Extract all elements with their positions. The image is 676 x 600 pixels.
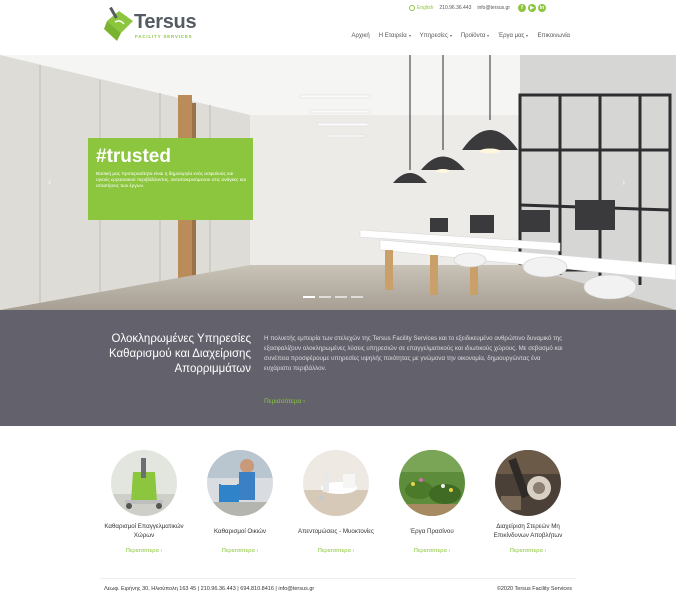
chevron-down-icon <box>449 35 452 37</box>
service-more-link[interactable]: Περισσότερα › <box>288 548 384 554</box>
service-label: Έργα Πρασίνου <box>410 527 454 535</box>
top-phone[interactable]: 210.96.36.443 <box>439 5 471 11</box>
intro-text: Η πολυετής εμπειρία των στελεχών της Ter… <box>264 335 563 372</box>
nav-label: Η Εταιρεία <box>378 33 407 39</box>
service-card[interactable]: Διαχείριση Στερεών Μη Επικίνδυνων Αποβλή… <box>480 450 576 554</box>
service-image-office <box>111 450 177 516</box>
slider-next-arrow[interactable]: › <box>622 177 625 188</box>
hero-caption: #trusted Βασική μας προτεραιότητα είναι … <box>88 138 253 220</box>
nav-label: Επικοινωνία <box>537 33 570 39</box>
nav-home[interactable]: Αρχική <box>351 33 369 39</box>
slider-dots <box>303 296 363 298</box>
slider-prev-arrow[interactable]: ‹ <box>48 177 51 188</box>
service-more-link[interactable]: Περισσότερα › <box>96 548 192 554</box>
chevron-down-icon <box>408 35 411 37</box>
footer-copyright: ©2020 Tersus Facility Services <box>496 586 572 592</box>
main-nav: Αρχική Η Εταιρεία Υπηρεσίες Προϊόντα Έργ… <box>351 33 570 39</box>
nav-label: Αρχική <box>351 33 370 39</box>
youtube-icon[interactable]: ▶ <box>528 4 536 12</box>
nav-contact[interactable]: Επικοινωνία <box>537 33 570 39</box>
top-bar: English 210.96.36.443 info@tersus.gr f ▶… <box>409 3 546 13</box>
nav-label: Προϊόντα <box>460 33 486 39</box>
slider-dot[interactable] <box>303 296 315 298</box>
social-links: f ▶ in <box>518 4 546 12</box>
hero-slider: ‹ › #trusted Βασική μας προτεραιότητα εί… <box>0 55 676 310</box>
globe-icon <box>409 5 416 11</box>
nav-company[interactable]: Η Εταιρεία <box>379 33 411 39</box>
facebook-icon[interactable]: f <box>518 4 526 12</box>
intro-section: Ολοκληρωμένες Υπηρεσίες Καθαρισμού και Δ… <box>0 310 676 426</box>
nav-label: Υπηρεσίες <box>419 33 448 39</box>
service-label: Καθαρισμοί Επαγγελματικών Χώρων <box>104 523 184 539</box>
logo-icon <box>104 7 133 41</box>
top-email[interactable]: info@tersus.gr <box>477 5 510 11</box>
service-more-link[interactable]: Περισσότερα › <box>384 548 480 554</box>
nav-label: Έργα μας <box>498 33 525 39</box>
service-card[interactable]: Καθαρισμοί Οικιών Περισσότερα › <box>192 450 288 554</box>
service-card[interactable]: Απεντομώσεις - Μυοκτονίες Περισσότερα › <box>288 450 384 554</box>
service-image-pest <box>303 450 369 516</box>
language-label: English <box>417 5 434 11</box>
hero-title: #trusted <box>96 146 171 167</box>
footer-contact: Λεωφ. Ειρήνης 30, Ηλιούπολη 163 45 | 210… <box>104 586 315 592</box>
service-label: Καθαρισμοί Οικιών <box>213 527 267 535</box>
linkedin-icon[interactable]: in <box>538 4 546 12</box>
slider-dot[interactable] <box>335 296 347 298</box>
footer-divider <box>100 578 576 579</box>
chevron-down-icon <box>526 35 529 37</box>
logo[interactable]: Tersus FACILITY SERVICES <box>104 7 200 43</box>
hero-text: Βασική μας προτεραιότητα είναι η δημιουρ… <box>96 172 246 189</box>
service-more-link[interactable]: Περισσότερα › <box>480 548 576 554</box>
service-image-garden <box>399 450 465 516</box>
service-label: Διαχείριση Στερεών Μη Επικίνδυνων Αποβλή… <box>493 523 563 539</box>
service-card[interactable]: Καθαρισμοί Επαγγελματικών Χώρων Περισσότ… <box>96 450 192 554</box>
nav-projects[interactable]: Έργα μας <box>498 33 529 39</box>
service-image-home <box>207 450 273 516</box>
site-header: Tersus FACILITY SERVICES English 210.96.… <box>0 0 676 55</box>
service-card[interactable]: Έργα Πρασίνου Περισσότερα › <box>384 450 480 554</box>
services-grid: Καθαρισμοί Επαγγελματικών Χώρων Περισσότ… <box>96 450 576 560</box>
service-image-waste <box>495 450 561 516</box>
service-label: Απεντομώσεις - Μυοκτονίες <box>298 527 374 535</box>
logo-wordmark: Tersus <box>134 11 197 33</box>
chevron-down-icon <box>487 35 490 37</box>
slider-dot[interactable] <box>319 296 331 298</box>
nav-services[interactable]: Υπηρεσίες <box>420 33 452 39</box>
slider-dot[interactable] <box>351 296 363 298</box>
language-switch[interactable]: English <box>409 5 433 11</box>
service-more-link[interactable]: Περισσότερα › <box>192 548 288 554</box>
intro-heading: Ολοκληρωμένες Υπηρεσίες Καθαρισμού και Δ… <box>108 333 251 375</box>
intro-more-link[interactable]: Περισσότερα › <box>264 398 305 405</box>
nav-products[interactable]: Προϊόντα <box>461 33 490 39</box>
logo-tagline: FACILITY SERVICES <box>135 34 193 39</box>
